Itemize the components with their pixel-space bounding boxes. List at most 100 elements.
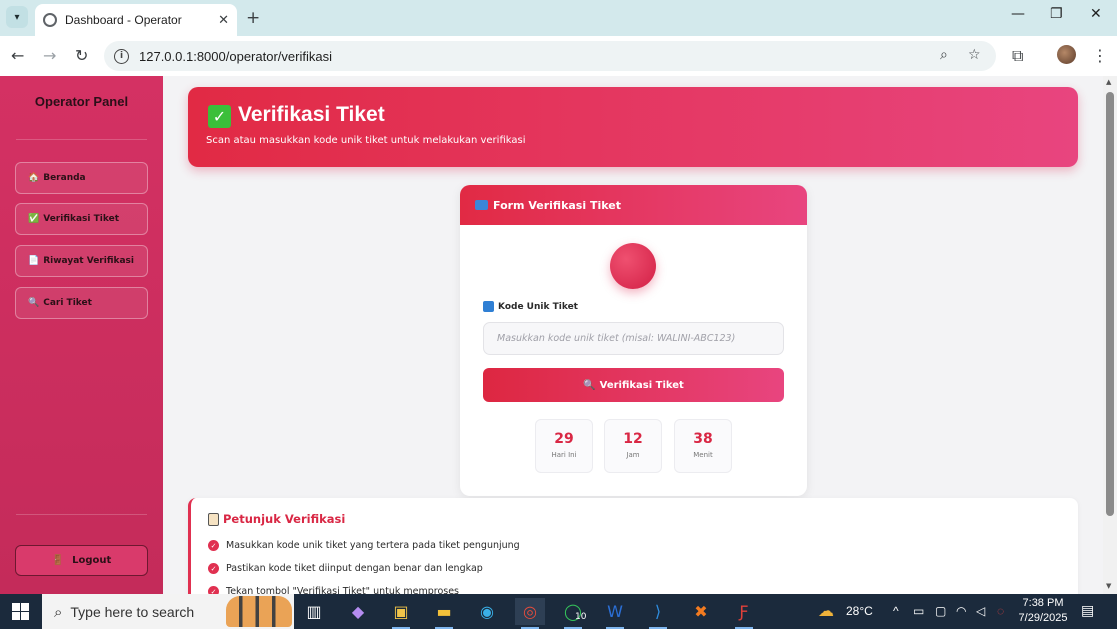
- check-icon: ✓: [208, 105, 231, 128]
- file-explorer-icon[interactable]: ▬: [429, 598, 459, 629]
- page-title: Verifikasi Tiket: [238, 103, 385, 126]
- bookmark-star-icon[interactable]: ☆: [968, 47, 981, 63]
- guide-item: ✓ Masukkan kode unik tiket yang tertera …: [208, 540, 520, 551]
- filezilla-icon[interactable]: Ƒ: [729, 598, 759, 629]
- sidebar-title: Operator Panel: [34, 94, 129, 109]
- page-header: ✓ Verifikasi Tiket Scan atau masukkan ko…: [188, 87, 1078, 167]
- close-window-icon[interactable]: ✕: [1090, 6, 1102, 22]
- copilot-icon[interactable]: ◆: [343, 598, 373, 625]
- browser-toolbar: ← → ↻ i 127.0.0.1:8000/operator/verifika…: [0, 36, 1117, 76]
- forward-icon[interactable]: →: [43, 46, 56, 65]
- clock-time: 7:38 PM: [1022, 597, 1064, 609]
- notification-icon[interactable]: ▤: [1081, 602, 1094, 619]
- check-circle-icon: ✓: [208, 540, 219, 551]
- taskbar-search-text: Type here to search: [70, 603, 195, 620]
- task-view-icon[interactable]: ▥: [299, 598, 329, 625]
- sidebar-item-beranda[interactable]: 🏠 Beranda: [15, 162, 148, 194]
- home-icon: 🏠: [28, 173, 40, 183]
- page-scrollbar[interactable]: ▲ ▼: [1103, 76, 1117, 594]
- back-icon[interactable]: ←: [11, 46, 24, 65]
- search-icon: 🔍: [583, 379, 596, 391]
- kode-label: Kode Unik Tiket: [483, 301, 578, 312]
- tab-close-icon[interactable]: ✕: [218, 13, 229, 28]
- stat-label: Hari Ini: [551, 451, 577, 459]
- sidebar-divider: [16, 139, 147, 140]
- wifi-icon[interactable]: ◠: [956, 604, 966, 618]
- form-header-title: Form Verifikasi Tiket: [493, 198, 621, 212]
- guide-item-text: Masukkan kode unik tiket yang tertera pa…: [226, 540, 520, 551]
- verify-button-label: Verifikasi Tiket: [599, 379, 684, 391]
- tab-search-button[interactable]: ▾: [6, 6, 28, 28]
- weather-icon[interactable]: ☁: [818, 601, 834, 621]
- search-highlight-image: [226, 596, 292, 627]
- browser-window: ▾ Dashboard - Operator ✕ + — ❐ ✕ ← → ↻ i…: [0, 0, 1117, 629]
- search-icon: ⌕: [54, 602, 63, 621]
- profile-avatar[interactable]: [1057, 45, 1076, 64]
- sidebar-item-label: Beranda: [43, 173, 86, 183]
- scroll-up-icon[interactable]: ▲: [1106, 78, 1111, 86]
- check-circle-icon: ✓: [208, 586, 219, 594]
- restore-icon[interactable]: ❐: [1050, 6, 1063, 22]
- zoom-icon[interactable]: ⌕: [940, 47, 948, 63]
- device-icon[interactable]: ▢: [935, 604, 946, 618]
- sidebar-divider: [16, 514, 147, 515]
- tray-chevron-icon[interactable]: ^: [893, 604, 899, 618]
- sidebar: Operator Panel 🏠 Beranda ✅ Verifikasi Ti…: [0, 76, 163, 594]
- stat-jam: 12 Jam: [604, 419, 662, 473]
- sidebar-item-cari[interactable]: 🔍 Cari Tiket: [15, 287, 148, 319]
- guide-item: ✓ Tekan tombol "Verifikasi Tiket" untuk …: [208, 586, 459, 594]
- address-bar[interactable]: i 127.0.0.1:8000/operator/verifikasi ⌕ ☆: [104, 41, 996, 71]
- verify-button[interactable]: 🔍 Verifikasi Tiket: [483, 368, 784, 402]
- sidebar-item-verifikasi[interactable]: ✅ Verifikasi Tiket: [15, 203, 148, 235]
- clock-date: 7/29/2025: [1018, 612, 1068, 624]
- minimize-icon[interactable]: —: [1011, 6, 1025, 22]
- guide-title-text: Petunjuk Verifikasi: [223, 512, 346, 526]
- browser-menu-icon[interactable]: ⋮: [1092, 46, 1108, 65]
- stat-label: Jam: [626, 451, 640, 459]
- new-tab-button[interactable]: +: [246, 8, 260, 28]
- scrollbar-thumb[interactable]: [1106, 92, 1114, 516]
- edge-icon[interactable]: ◉: [472, 598, 502, 625]
- globe-icon: [43, 13, 57, 27]
- vpn-icon[interactable]: ◌: [997, 604, 1004, 618]
- battery-icon[interactable]: ▭: [913, 604, 924, 618]
- stat-value: 29: [554, 431, 574, 447]
- logout-button[interactable]: 🚪 Logout: [15, 545, 148, 576]
- chrome-icon[interactable]: ◎: [515, 598, 545, 629]
- scroll-down-icon[interactable]: ▼: [1106, 582, 1111, 590]
- logout-label: Logout: [72, 555, 112, 566]
- sidebar-item-riwayat[interactable]: 📄 Riwayat Verifikasi: [15, 245, 148, 277]
- xampp-icon[interactable]: ✖: [686, 598, 716, 625]
- vscode-icon[interactable]: ⟩: [643, 598, 673, 629]
- active-tab[interactable]: Dashboard - Operator ✕: [35, 4, 237, 36]
- site-info-icon[interactable]: i: [114, 48, 129, 64]
- taskbar-clock[interactable]: 7:38 PM 7/29/2025: [1018, 596, 1068, 626]
- guide-item-text: Pastikan kode tiket diinput dengan benar…: [226, 563, 483, 574]
- keyboard-icon: [475, 200, 488, 210]
- kode-input[interactable]: [483, 322, 784, 355]
- clipboard-icon: [208, 512, 219, 526]
- check-icon: ✅: [28, 214, 40, 224]
- reload-icon[interactable]: ↻: [75, 46, 88, 65]
- form-header: Form Verifikasi Tiket: [460, 185, 807, 225]
- kode-label-text: Kode Unik Tiket: [498, 301, 578, 312]
- weather-temp[interactable]: 28°C: [846, 604, 873, 618]
- word-icon[interactable]: W: [600, 598, 630, 629]
- check-circle-icon: ✓: [208, 563, 219, 574]
- stat-value: 12: [623, 431, 643, 447]
- url-text[interactable]: 127.0.0.1:8000/operator/verifikasi: [139, 49, 332, 64]
- tab-strip: ▾ Dashboard - Operator ✕ + — ❐ ✕: [0, 0, 1117, 36]
- taskbar: ⌕ Type here to search ▥ ◆ ▣ ▬ ◉ ◎ ◯ 10 W …: [0, 594, 1117, 629]
- extensions-icon[interactable]: ⧉: [1012, 46, 1023, 66]
- store-icon[interactable]: ▣: [386, 598, 416, 629]
- verification-form-card: Form Verifikasi Tiket Kode Unik Tiket 🔍 …: [460, 185, 807, 496]
- windows-start-icon[interactable]: [12, 603, 29, 620]
- volume-icon[interactable]: ◁: [976, 604, 985, 618]
- stat-menit: 38 Menit: [674, 419, 732, 473]
- scan-indicator: [610, 243, 656, 289]
- guide-item: ✓ Pastikan kode tiket diinput dengan ben…: [208, 563, 483, 574]
- sidebar-item-label: Riwayat Verifikasi: [43, 256, 134, 266]
- whatsapp-icon[interactable]: ◯ 10: [558, 598, 588, 629]
- stat-label: Menit: [693, 451, 713, 459]
- guide-item-text: Tekan tombol "Verifikasi Tiket" untuk me…: [226, 586, 460, 594]
